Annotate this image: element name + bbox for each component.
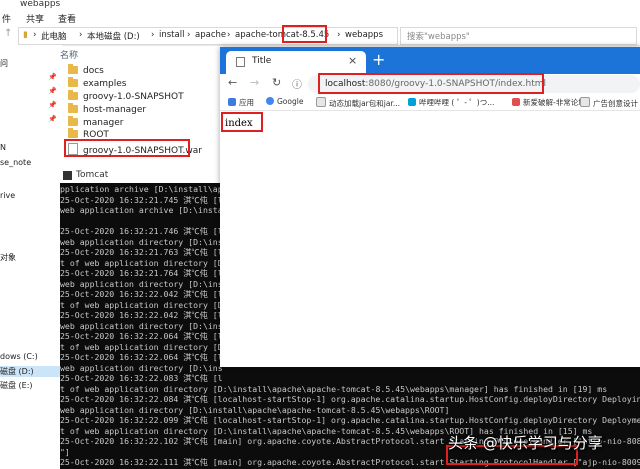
nav-item[interactable]: se_note [0,158,31,167]
highlight-webapps [282,25,327,43]
nav-drive-e[interactable]: 磁盘 (E:) [0,380,33,391]
close-icon[interactable]: × [348,54,357,67]
breadcrumb-webapps[interactable]: webapps [345,30,383,40]
console-line: 25-Oct-2020 16:32:21.746 淇℃伅 [l [60,226,223,236]
google-icon [266,97,274,105]
console-line: 25-Oct-2020 16:32:22.064 淇℃伅 [l [60,352,223,362]
bookmark-ad-design[interactable]: 广告创意设计 [580,97,638,109]
explorer-title-bar: webapps [0,0,640,11]
bookmarks-bar: 应用 Google 动态加载jar包和jar... 哔哩哔哩 ( ゜- ゜)つ.… [220,94,640,111]
apps-grid-icon [228,98,236,106]
console-line: t of web application directory [D: [60,299,228,310]
pin-icon: 📌 [48,73,57,81]
folder-icon [68,128,78,138]
pin-icon: 📌 [48,115,57,123]
highlight-url [318,73,544,94]
address-bar[interactable]: ▮ › 此电脑 › 本地磁盘 (D:) › install › apache ›… [18,27,398,45]
console-line: web application directory [D:\ins [60,236,223,247]
pojie-icon [512,98,520,106]
console-line: pplication archive [D:\install\ap [60,184,223,194]
folder-icon [68,64,78,74]
nav-drive-c[interactable]: dows (C:) [0,352,38,361]
tab-strip: Title × + [220,47,640,74]
bookmark-52pojie[interactable]: 新爱破解-非常论坛 [512,97,586,108]
bookmark-bilibili[interactable]: 哔哩哔哩 ( ゜- ゜)つ... [408,97,494,108]
breadcrumb-install[interactable]: install [159,30,184,40]
folder-icon [68,103,78,113]
breadcrumb-drive-d[interactable]: 本地磁盘 (D:) [87,30,140,42]
folder-icon [68,90,78,100]
forward-icon[interactable]: → [250,76,259,89]
info-icon[interactable]: ⓘ [292,76,302,91]
nav-item[interactable]: N [0,143,6,152]
new-tab-button[interactable]: + [372,50,385,69]
bookmark-apps[interactable]: 应用 [228,97,254,108]
console-line: 25-Oct-2020 16:32:21.745 淇℃伅 [l [60,194,223,205]
explorer-title: webapps [20,0,61,9]
console-line: 25-Oct-2020 16:32:22.083 淇℃伅 [l [60,373,223,383]
up-arrow-icon[interactable]: ↑ [4,28,12,39]
browser-tab[interactable]: Title × [226,51,366,74]
nav-item[interactable]: 对象 [0,252,16,263]
list-item[interactable]: docs [68,64,104,79]
breadcrumb-apache[interactable]: apache [195,30,226,40]
browser-window: Title × + ← → ↻ ⓘ localhost:8080/groovy-… [220,47,640,367]
tab-title: Title [252,56,272,66]
ribbon-tab-file[interactable]: 件 [2,12,11,25]
highlight-war-file [64,139,190,157]
page-icon [236,57,245,67]
page-icon [580,97,590,107]
page-icon [316,97,326,107]
tomcat-title: Tomcat [76,170,109,180]
highlight-index [221,112,263,132]
page-content: index [220,111,640,367]
list-item[interactable]: groovy-1.0-SNAPSHOT [68,90,184,105]
explorer-search-placeholder: 搜索"webapps" [407,32,470,42]
breadcrumb-this-pc[interactable]: 此电脑 [41,30,67,42]
nav-drive-d[interactable]: 磁盘 (D:) [0,366,62,377]
console-icon [63,171,72,180]
console-line: web application directory [D:\ins [60,320,223,331]
console-line: web application archive [D:\instal [60,205,228,215]
navigation-pane: 问 📌 📌 📌 📌 N se_note rive 对象 dows (C:) 磁盘… [0,45,62,469]
console-line: 25-Oct-2020 16:32:21.764 淇℃伅 [l [60,268,223,278]
ribbon-tab-view[interactable]: 查看 [58,12,76,25]
explorer-search-box[interactable]: 搜索"webapps" [400,27,637,45]
back-icon[interactable]: ← [228,76,237,89]
pin-icon: 📌 [48,87,57,95]
console-line: 25-Oct-2020 16:32:22.064 淇℃伅 [l [60,331,223,341]
pin-icon: 📌 [48,101,57,109]
console-line: web application directory [D:\install\ap… [60,404,450,415]
console-line: web application directory [D:\ins [60,362,223,373]
column-header-name[interactable]: 名称 [60,48,78,61]
console-line: "] [60,446,70,457]
list-item[interactable]: host-manager [68,103,146,118]
list-item[interactable]: examples [68,77,126,92]
bookmark-jar[interactable]: 动态加载jar包和jar... [316,97,400,109]
watermark: 头条 @快乐学习与分享 [448,434,603,452]
console-line: web application directory [D:\ins [60,278,223,289]
console-line: 25-Oct-2020 16:32:22.084 淇℃伅 [localhost-… [60,394,640,404]
nav-item[interactable]: rive [0,191,15,200]
explorer-ribbon: 件 共享 查看 [0,11,640,26]
console-line: t of web application directory [D: [60,341,228,352]
folder-icon: ▮ [23,30,28,40]
console-line: 25-Oct-2020 16:32:22.042 淇℃伅 [l [60,310,223,320]
console-line: t of web application directory [D: [60,257,228,268]
console-line: t of web application directory [D:\insta… [60,383,608,394]
nav-item[interactable]: 问 [0,58,8,69]
console-line: 25-Oct-2020 16:32:22.099 淇℃伅 [localhost-… [60,415,640,425]
bookmark-google[interactable]: Google [266,97,303,106]
folder-icon [68,116,78,126]
console-line: 25-Oct-2020 16:32:21.763 淇℃伅 [l [60,247,223,257]
console-line: 25-Oct-2020 16:32:22.042 淇℃伅 [l [60,289,223,299]
folder-icon [68,77,78,87]
reload-icon[interactable]: ↻ [272,76,281,89]
ribbon-tab-share[interactable]: 共享 [26,12,44,25]
bilibili-icon [408,98,416,106]
